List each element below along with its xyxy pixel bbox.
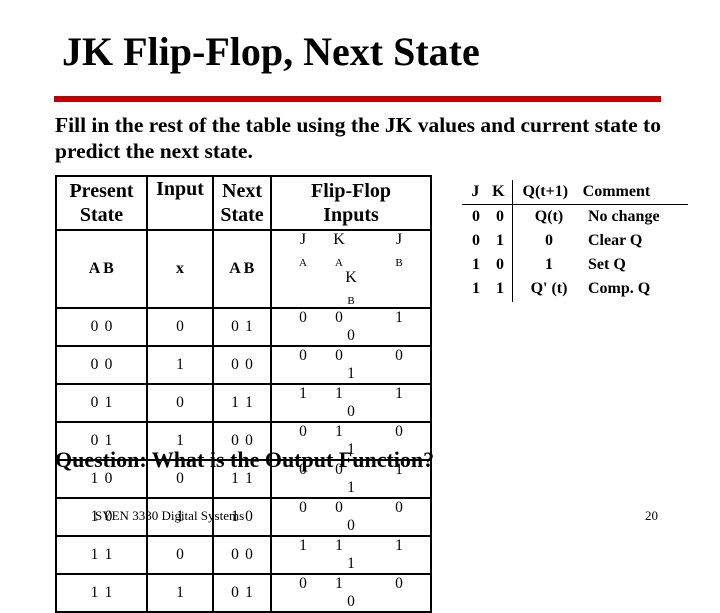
input-cell: 0 xyxy=(146,535,214,576)
ff-inputs-cell: 0 0 10 xyxy=(270,307,432,348)
question-text: Question: What is the Output Function? xyxy=(55,447,435,472)
next-state-cell: 00 xyxy=(212,345,272,386)
state-table-row: 1 1 1 0 1 0 1 00 xyxy=(55,573,432,613)
state-table: Present State Input Next State Flip-Flop… xyxy=(55,175,432,613)
jk-table-row: 0 0 Q(t) No change xyxy=(462,205,698,229)
jk-k-value: 0 xyxy=(496,256,504,273)
jk-k-value: 1 xyxy=(496,232,504,249)
jk-j-value: 0 xyxy=(472,208,480,225)
input-cell: 0 xyxy=(146,383,214,424)
next-state-cell: 11 xyxy=(212,383,272,424)
title-divider xyxy=(54,96,661,102)
subheader-row: AB x AB JAKAJBKB xyxy=(55,228,432,310)
jk-comment: Clear Q xyxy=(588,232,643,249)
ff-inputs-cell: 0 1 00 xyxy=(270,573,432,613)
header-input: Input xyxy=(146,175,214,231)
jk-comment: No change xyxy=(588,208,660,225)
jk-table-row: 1 1 Q' (t) Comp. Q xyxy=(462,277,698,301)
jk-table-row: 0 1 0 Clear Q xyxy=(462,229,698,253)
next-state-cell: 01 xyxy=(212,307,272,348)
subheader-present: AB xyxy=(55,228,148,310)
ff-inputs-cell: 1 1 10 xyxy=(270,383,432,424)
state-table-row: 0 0 1 0 0 0 0 01 xyxy=(55,345,432,386)
footer-course: SYEN 3330 Digital Systems xyxy=(95,508,245,523)
present-state-cell: 00 xyxy=(55,345,148,386)
present-state-cell: 01 xyxy=(55,383,148,424)
state-table-row: 0 1 0 1 1 1 1 10 xyxy=(55,383,432,424)
jk-comment: Set Q xyxy=(588,256,626,273)
jk-comment: Comp. Q xyxy=(588,280,651,297)
present-state-cell: 11 xyxy=(55,573,148,613)
instruction-text: Fill in the rest of the table using the … xyxy=(55,113,661,163)
input-cell: 0 xyxy=(146,307,214,348)
state-table-row: 1 1 0 0 0 1 1 11 xyxy=(55,535,432,576)
jk-k-value: 0 xyxy=(496,208,504,225)
subheader-ff: JAKAJBKB xyxy=(270,228,432,310)
subheader-input: x xyxy=(146,228,214,310)
input-cell: 1 xyxy=(146,573,214,613)
ff-inputs-cell: 0 0 01 xyxy=(270,345,432,386)
header-ff-inputs: Flip-Flop Inputs xyxy=(270,175,432,231)
header-next-state: Next State xyxy=(212,175,272,231)
jk-table-divider xyxy=(512,180,513,302)
jk-header-row: J K Q(t+1) Comment xyxy=(462,180,688,205)
jk-next-q: Q' (t) xyxy=(530,280,568,297)
page-number: 20 xyxy=(645,508,658,523)
present-state-cell: 11 xyxy=(55,535,148,576)
jk-k-value: 1 xyxy=(496,280,504,297)
present-state-cell: 00 xyxy=(55,307,148,348)
jk-characteristic-table: J K Q(t+1) Comment 0 0 Q(t) No change 0 1 0 Cle… xyxy=(462,180,698,302)
jk-j-value: 1 xyxy=(472,256,480,273)
header-row: Present State Input Next State Flip-Flop… xyxy=(55,175,432,231)
jk-j-value: 1 xyxy=(472,280,480,297)
ff-inputs-cell: 1 1 11 xyxy=(270,535,432,576)
jk-next-q: 0 xyxy=(545,232,553,249)
state-table-row: 0 0 0 0 1 0 0 10 xyxy=(55,307,432,348)
next-state-cell: 00 xyxy=(212,535,272,576)
input-cell: 1 xyxy=(146,345,214,386)
subheader-next: AB xyxy=(212,228,272,310)
jk-j-value: 0 xyxy=(472,232,480,249)
slide-title: JK Flip-Flop, Next State xyxy=(62,29,480,74)
jk-next-q: Q(t) xyxy=(534,208,564,225)
jk-next-q: 1 xyxy=(545,256,553,273)
ff-inputs-cell: 0 0 00 xyxy=(270,497,432,538)
header-present-state: Present State xyxy=(55,175,148,231)
jk-table-row: 1 0 1 Set Q xyxy=(462,253,698,277)
next-state-cell: 01 xyxy=(212,573,272,613)
